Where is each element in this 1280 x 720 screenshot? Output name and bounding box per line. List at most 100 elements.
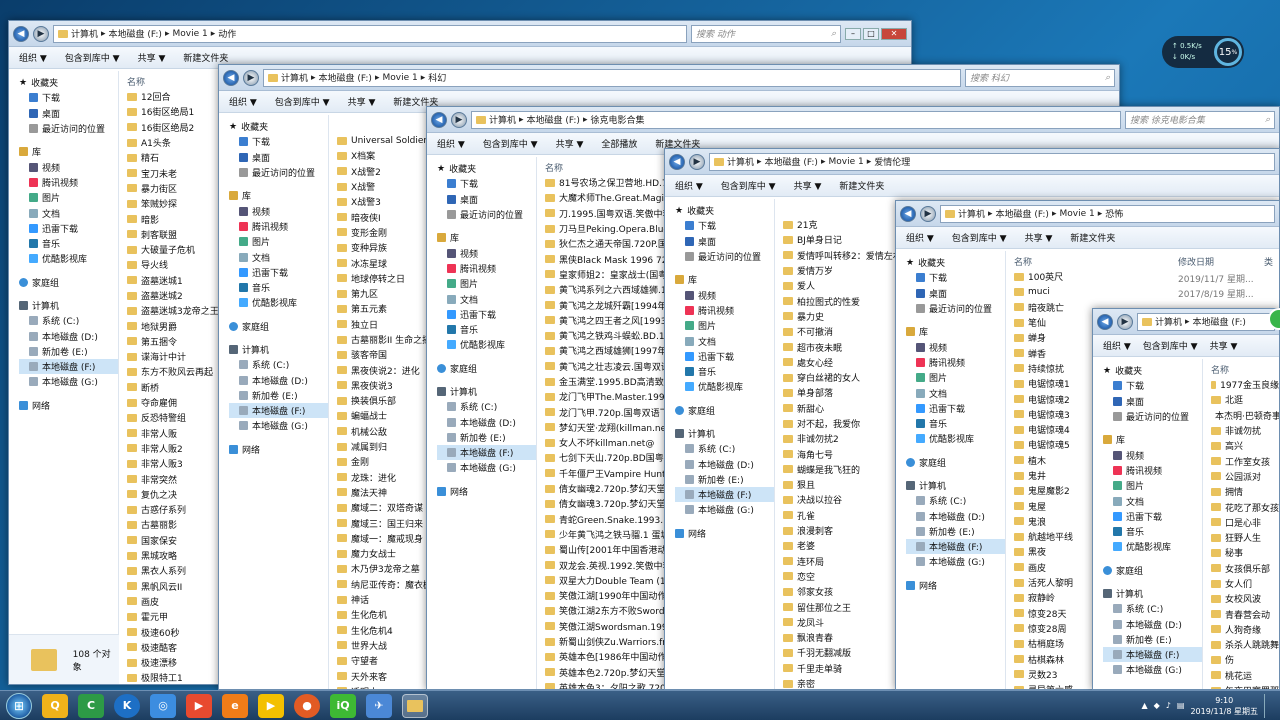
folder-item[interactable]: 伤	[1211, 652, 1279, 667]
nav-drive-d[interactable]: 本地磁盘 (D:)	[229, 372, 328, 387]
back-icon[interactable]: ◀	[431, 111, 447, 128]
back-icon[interactable]: ◀	[223, 69, 239, 86]
nav-favorites[interactable]: ★ 收藏夹	[229, 119, 328, 134]
app-icon[interactable]: ◎	[150, 693, 176, 718]
crumb[interactable]: 本地磁盘 (F:)	[996, 207, 1049, 220]
column-header-date[interactable]: 修改日期	[1178, 255, 1214, 268]
nav-desktop[interactable]: 桌面	[229, 150, 328, 165]
crumb[interactable]: Movie 1	[172, 29, 207, 39]
folder-item[interactable]: 非诚勿扰	[1211, 423, 1279, 438]
clock[interactable]: 9:10 2019/11/8 星期五	[1190, 695, 1258, 717]
show-desktop-button[interactable]	[1264, 693, 1274, 718]
nav-favorites[interactable]: ★ 收藏夹	[437, 161, 536, 176]
tray-app-icon[interactable]: ◆	[1154, 701, 1160, 710]
nav-downloads[interactable]: 下载	[437, 176, 536, 191]
back-icon[interactable]: ◀	[669, 153, 685, 170]
search-input[interactable]: 搜索 科幻 ⌕	[965, 68, 1115, 87]
nav-youku[interactable]: 优酷影视库	[906, 431, 1005, 446]
search-input[interactable]: 搜索 徐克电影合集 ⌕	[1125, 110, 1275, 129]
folder-item[interactable]: 工作室女孩	[1211, 453, 1279, 468]
nav-video[interactable]: 视频	[437, 245, 536, 260]
nav-pictures[interactable]: 图片	[437, 276, 536, 291]
nav-desktop[interactable]: 桌面	[19, 106, 118, 121]
network-icon[interactable]: ▤	[1177, 701, 1185, 710]
nav-youku[interactable]: 优酷影视库	[19, 251, 118, 266]
nav-computer[interactable]: 计算机	[675, 426, 774, 441]
nav-music[interactable]: 音乐	[906, 416, 1005, 431]
nav-pictures[interactable]: 图片	[906, 370, 1005, 385]
nav-recent[interactable]: 最近访问的位置	[1103, 409, 1202, 424]
nav-drive-g[interactable]: 本地磁盘 (G:)	[19, 374, 118, 389]
nav-homegroup[interactable]: 家庭组	[675, 403, 774, 418]
nav-pictures[interactable]: 图片	[1103, 478, 1202, 493]
nav-desktop[interactable]: 桌面	[437, 192, 536, 207]
nav-tencent[interactable]: 腾讯视频	[229, 219, 328, 234]
nav-music[interactable]: 音乐	[437, 322, 536, 337]
nav-recent[interactable]: 最近访问的位置	[19, 121, 118, 136]
folder-item[interactable]: 人狗奇缘	[1211, 622, 1279, 637]
folder-item[interactable]: 秘事	[1211, 545, 1279, 560]
folder-item[interactable]: 午夜巴塞罗那	[1211, 683, 1279, 689]
minimize-button[interactable]: –	[845, 27, 861, 40]
share-button[interactable]: 共享 ▼	[1025, 231, 1053, 244]
nav-drive-g[interactable]: 本地磁盘 (G:)	[906, 554, 1005, 569]
folder-item[interactable]: 青春营会动	[1211, 606, 1279, 621]
share-button[interactable]: 共享 ▼	[348, 95, 376, 108]
share-button[interactable]: 共享 ▼	[794, 179, 822, 192]
folder-item[interactable]: 杀杀人跳跳舞	[1211, 637, 1279, 652]
nav-computer[interactable]: 计算机	[437, 384, 536, 399]
nav-favorites[interactable]: ★ 收藏夹	[1103, 363, 1202, 378]
nav-drive-c[interactable]: 系统 (C:)	[19, 313, 118, 328]
nav-drive-f[interactable]: 本地磁盘 (F:)	[675, 487, 774, 503]
nav-youku[interactable]: 优酷影视库	[229, 295, 328, 310]
nav-desktop[interactable]: 桌面	[906, 286, 1005, 301]
nav-documents[interactable]: 文档	[675, 333, 774, 348]
crumb[interactable]: 本地磁盘 (F:)	[527, 113, 580, 126]
crumb[interactable]: 计算机	[281, 71, 308, 84]
new-folder-button[interactable]: 新建文件夹	[1070, 231, 1115, 244]
forward-icon[interactable]: ▶	[920, 205, 936, 222]
nav-music[interactable]: 音乐	[19, 236, 118, 251]
explorer-taskbar-button[interactable]	[402, 693, 428, 718]
nav-homegroup[interactable]: 家庭组	[1103, 563, 1202, 578]
nav-computer[interactable]: 计算机	[19, 298, 118, 313]
nav-homegroup[interactable]: 家庭组	[906, 455, 1005, 470]
nav-desktop[interactable]: 桌面	[675, 234, 774, 249]
nav-drive-d[interactable]: 本地磁盘 (D:)	[906, 508, 1005, 523]
include-library-button[interactable]: 包含到库中 ▼	[275, 95, 330, 108]
nav-drive-f[interactable]: 本地磁盘 (F:)	[229, 403, 328, 419]
share-button[interactable]: 共享 ▼	[138, 51, 166, 64]
nav-drive-g[interactable]: 本地磁盘 (G:)	[437, 460, 536, 475]
back-icon[interactable]: ◀	[900, 205, 916, 222]
player-icon[interactable]: ▶	[186, 693, 212, 718]
nav-network[interactable]: 网络	[19, 398, 118, 413]
nav-xunlei[interactable]: 迅雷下载	[229, 265, 328, 280]
back-icon[interactable]: ◀	[1097, 313, 1113, 330]
organize-button[interactable]: 组织 ▼	[19, 51, 47, 64]
nav-music[interactable]: 音乐	[229, 280, 328, 295]
nav-libraries[interactable]: 库	[229, 188, 328, 203]
crumb[interactable]: 徐克电影合集	[590, 113, 644, 126]
nav-network[interactable]: 网络	[675, 526, 774, 541]
crumb[interactable]: 计算机	[489, 113, 516, 126]
include-library-button[interactable]: 包含到库中 ▼	[483, 137, 538, 150]
nav-youku[interactable]: 优酷影视库	[437, 337, 536, 352]
nav-music[interactable]: 音乐	[675, 364, 774, 379]
forward-icon[interactable]: ▶	[689, 153, 705, 170]
title-bar[interactable]: ◀ ▶ 计算机 ▸ 本地磁盘 (F:) ▸ 徐克电影合集 搜索 徐克电影合集 ⌕	[427, 107, 1279, 133]
nav-homegroup[interactable]: 家庭组	[19, 275, 118, 290]
column-header-name[interactable]: 名称	[1211, 363, 1279, 377]
folder-item[interactable]: 北逛	[1211, 392, 1279, 407]
title-bar[interactable]: ◀ ▶ 计算机 ▸ 本地磁盘 (F:)	[1093, 309, 1279, 335]
nav-drive-c[interactable]: 系统 (C:)	[229, 357, 328, 372]
nav-drive-e[interactable]: 新加卷 (E:)	[1103, 632, 1202, 647]
nav-network[interactable]: 网络	[229, 442, 328, 457]
maximize-button[interactable]: □	[863, 27, 879, 40]
taskbar-app-icon[interactable]: Q	[42, 693, 68, 718]
nav-drive-c[interactable]: 系统 (C:)	[906, 493, 1005, 508]
crumb[interactable]: 计算机	[1155, 315, 1182, 328]
folder-item[interactable]: 1977金玉良缘	[1211, 377, 1279, 392]
nav-libraries[interactable]: 库	[675, 272, 774, 287]
nav-drive-g[interactable]: 本地磁盘 (G:)	[1103, 662, 1202, 677]
nav-recent[interactable]: 最近访问的位置	[437, 207, 536, 222]
